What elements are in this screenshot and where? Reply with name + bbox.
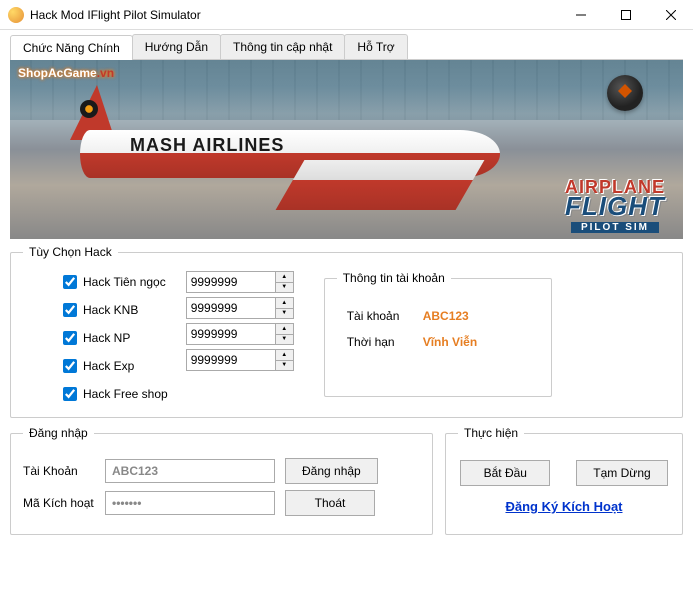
game-logo: AIRPLANE FLIGHT PILOT SIM (565, 179, 665, 233)
execute-group: Thực hiện Bắt Đầu Tạm Dừng Đăng Ký Kích … (445, 426, 683, 535)
login-user-input[interactable] (105, 459, 275, 483)
spinner-exp: ▲▼ (186, 349, 294, 371)
input-np[interactable] (187, 324, 275, 344)
input-tien-ngoc[interactable] (187, 272, 275, 292)
spin-down-icon[interactable]: ▼ (276, 283, 293, 293)
account-user-value: ABC123 (423, 309, 469, 323)
login-group: Đăng nhập Tài Khoản Đăng nhập Mã Kích ho… (10, 426, 433, 535)
spin-up-icon[interactable]: ▲ (276, 272, 293, 283)
spinner-tien-ngoc: ▲▼ (186, 271, 294, 293)
spin-down-icon[interactable]: ▼ (276, 309, 293, 319)
tab-main[interactable]: Chức Năng Chính (10, 35, 133, 60)
tab-support[interactable]: Hỗ Trợ (344, 34, 407, 59)
check-hack-exp[interactable]: Hack Exp (63, 355, 168, 377)
login-button[interactable]: Đăng nhập (285, 458, 378, 484)
execute-legend: Thực hiện (458, 426, 524, 440)
login-code-label: Mã Kích hoạt (23, 496, 95, 510)
spin-down-icon[interactable]: ▼ (276, 335, 293, 345)
spin-up-icon[interactable]: ▲ (276, 298, 293, 309)
badge-icon (607, 75, 643, 111)
spinner-np: ▲▼ (186, 323, 294, 345)
check-hack-np[interactable]: Hack NP (63, 327, 168, 349)
banner-image: ShopAcGame.vn MASH AIRLINES AIRPLANE FLI… (10, 60, 683, 239)
tab-updates[interactable]: Thông tin cập nhật (220, 34, 345, 59)
account-info-group: Thông tin tài khoản Tài khoản ABC123 Thời… (324, 271, 552, 397)
titlebar: Hack Mod IFlight Pilot Simulator (0, 0, 693, 30)
check-hack-knb[interactable]: Hack KNB (63, 299, 168, 321)
spin-up-icon[interactable]: ▲ (276, 324, 293, 335)
start-button[interactable]: Bắt Đầu (460, 460, 550, 486)
spin-down-icon[interactable]: ▼ (276, 361, 293, 371)
app-icon (8, 7, 24, 23)
window-title: Hack Mod IFlight Pilot Simulator (30, 8, 558, 22)
check-hack-free-shop[interactable]: Hack Free shop (63, 383, 168, 405)
login-code-input[interactable] (105, 491, 275, 515)
exit-button[interactable]: Thoát (285, 490, 375, 516)
minimize-button[interactable] (558, 0, 603, 29)
watermark: ShopAcGame.vn (18, 66, 114, 80)
hack-legend: Tùy Chọn Hack (23, 245, 118, 259)
close-button[interactable] (648, 0, 693, 29)
login-user-label: Tài Khoản (23, 464, 95, 478)
login-legend: Đăng nhập (23, 426, 94, 440)
check-hack-tien-ngoc[interactable]: Hack Tiên ngọc (63, 271, 168, 293)
maximize-button[interactable] (603, 0, 648, 29)
input-exp[interactable] (187, 350, 275, 370)
tab-guide[interactable]: Hướng Dẫn (132, 34, 221, 59)
account-expiry-value: Vĩnh Viễn (423, 335, 477, 349)
pause-button[interactable]: Tạm Dừng (576, 460, 667, 486)
account-user-label: Tài khoản (347, 309, 409, 323)
spin-up-icon[interactable]: ▲ (276, 350, 293, 361)
register-activation-link[interactable]: Đăng Ký Kích Hoạt (505, 499, 622, 514)
account-legend: Thông tin tài khoản (337, 271, 451, 285)
input-knb[interactable] (187, 298, 275, 318)
window-controls (558, 0, 693, 29)
plane-name: MASH AIRLINES (130, 135, 284, 156)
account-expiry-label: Thời hạn (347, 335, 409, 349)
tab-bar: Chức Năng Chính Hướng Dẫn Thông tin cập … (10, 34, 683, 60)
hack-options-group: Tùy Chọn Hack Hack Tiên ngọc Hack KNB Ha… (10, 245, 683, 418)
spinner-knb: ▲▼ (186, 297, 294, 319)
